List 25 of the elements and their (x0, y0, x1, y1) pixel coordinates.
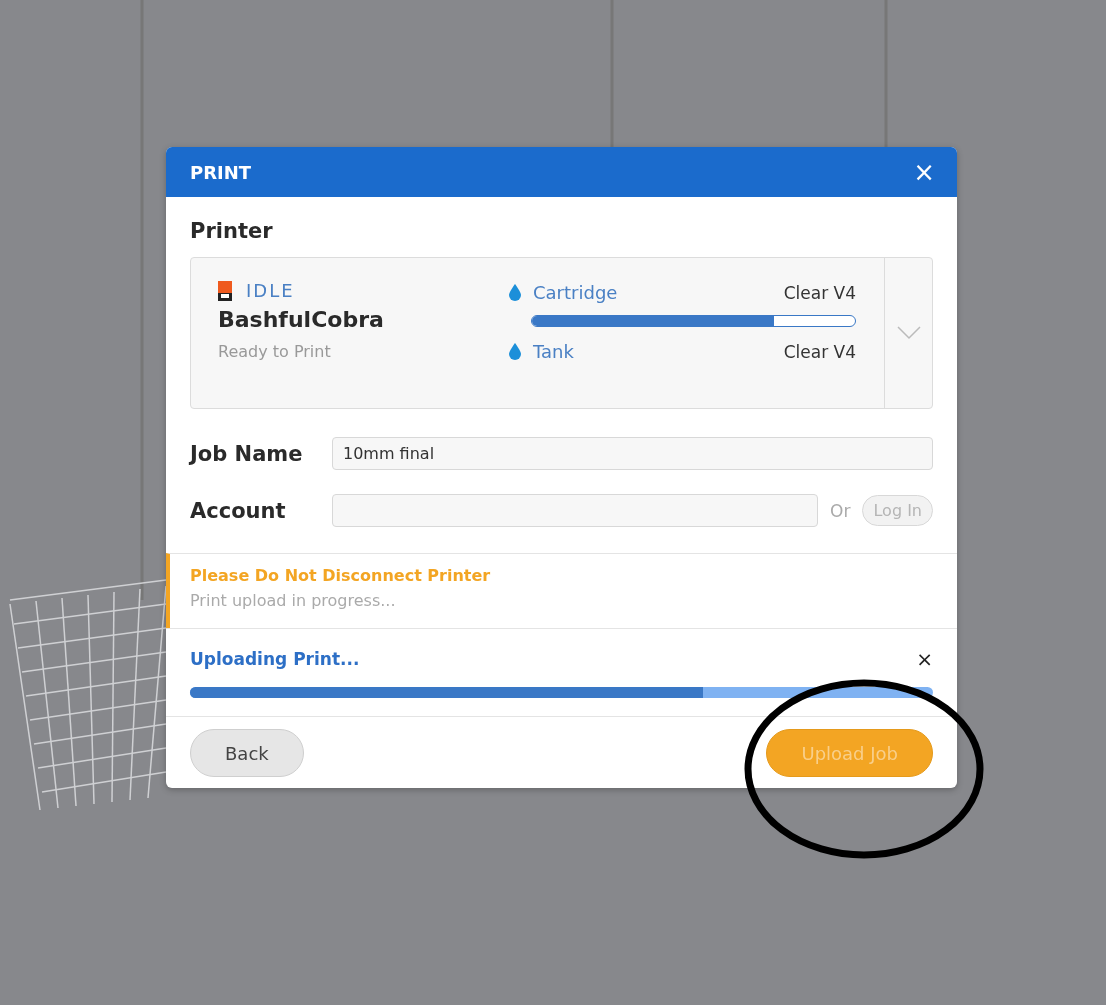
or-text: Or (830, 500, 851, 521)
chevron-down-icon (896, 326, 921, 340)
material-value: Clear V4 (783, 282, 856, 303)
printer-icon (218, 280, 232, 301)
close-button[interactable]: × (913, 159, 935, 185)
warning-message: Print upload in progress... (190, 591, 397, 610)
printer-state: Ready to Print (218, 342, 332, 361)
drop-icon (509, 284, 521, 301)
drop-icon (509, 343, 521, 360)
material-label: Cartridge (533, 282, 619, 303)
field-label: Account (190, 498, 287, 523)
material-value: Clear V4 (783, 341, 856, 362)
account-field[interactable] (332, 494, 819, 527)
printer-name: BashfulCobra (218, 307, 385, 332)
upload-title: Uploading Print... (190, 649, 360, 669)
printer-status: IDLE (246, 280, 295, 301)
job-name-field[interactable]: 10mm final (332, 437, 933, 470)
dialog-title: PRINT (190, 161, 252, 183)
section-heading: Printer (190, 219, 274, 243)
material-label: Tank (533, 341, 575, 362)
warning-title: Please Do Not Disconnect Printer (190, 566, 492, 585)
field-label: Job Name (190, 441, 304, 466)
back-button[interactable]: Back (190, 729, 304, 777)
cancel-upload-button[interactable]: × (916, 647, 933, 671)
printer-card[interactable]: IDLE BashfulCobra Ready to Print Cartridge Clear V4 Tank Clear V4 (190, 257, 933, 409)
